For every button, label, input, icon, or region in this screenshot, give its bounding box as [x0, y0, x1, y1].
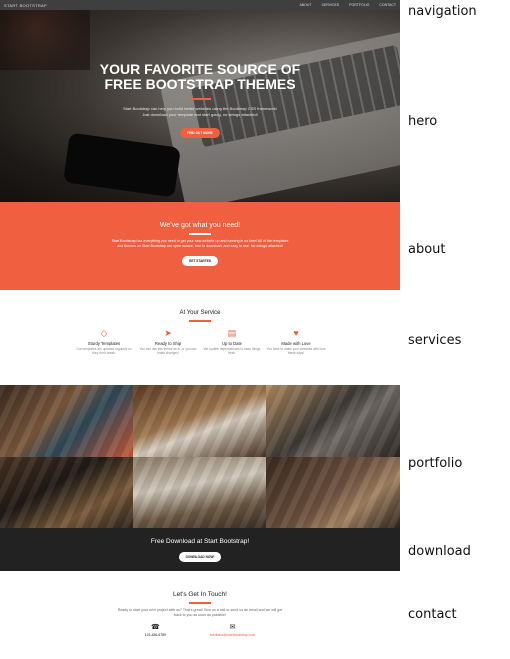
label-contact: contact	[408, 607, 457, 622]
service-ready-to-ship: ➤ Ready to Ship You can use this theme a…	[138, 328, 198, 356]
contact-divider	[189, 602, 211, 604]
portfolio-item-6[interactable]	[266, 457, 400, 528]
service-up-to-date: ▤ Up to Date We update dependencies to k…	[202, 328, 262, 356]
label-portfolio: portfolio	[408, 456, 463, 471]
nav-link-about[interactable]: ABOUT	[299, 3, 311, 7]
paper-plane-icon: ➤	[164, 327, 172, 338]
hero-title: YOUR FAVORITE SOURCE OF FREE BOOTSTRAP T…	[99, 61, 301, 92]
service-text: You have to make your websites with love…	[266, 346, 326, 355]
about-divider	[189, 233, 211, 235]
newspaper-icon: ▤	[227, 327, 237, 338]
portfolio-grid	[0, 385, 400, 528]
services-title: At Your Service	[179, 310, 221, 316]
service-sturdy-templates: ◇ Sturdy Templates Our templates are upd…	[74, 328, 134, 356]
hero-text: Start Bootstrap can help you build bette…	[123, 106, 277, 117]
portfolio-item-2[interactable]	[133, 385, 266, 457]
label-services: services	[408, 333, 462, 348]
contact-details: ☎ 123-456-6789 ✉ feedback@startbootstrap…	[0, 624, 400, 637]
hero-divider	[189, 98, 211, 100]
service-title: Up to Date	[221, 340, 243, 346]
service-title: Ready to Ship	[154, 340, 182, 346]
landing-page: START BOOTSTRAP ABOUT SERVICES PORTFOLIO…	[0, 0, 400, 659]
service-text: We update dependencies to keep things fr…	[203, 346, 261, 355]
portfolio-item-3[interactable]	[266, 385, 400, 457]
download-section: Free Download at Start Bootstrap! DOWNLO…	[0, 528, 400, 571]
about-title: We've got what you need!	[159, 222, 241, 229]
download-now-button[interactable]: DOWNLOAD NOW!	[178, 552, 222, 562]
service-made-with-love: ♥ Made with Love You have to make your w…	[266, 328, 326, 356]
about-text: Start Bootstrap has everything you need …	[111, 238, 289, 248]
diamond-icon: ◇	[100, 327, 108, 338]
contact-title: Let's Get In Touch!	[173, 591, 227, 598]
envelope-icon: ✉	[229, 623, 236, 631]
contact-email: ✉ feedback@startbootstrap.com	[210, 624, 255, 637]
label-about: about	[408, 242, 446, 257]
nav-link-services[interactable]: SERVICES	[322, 3, 340, 7]
section-annotations: navigation hero about services portfolio…	[400, 0, 510, 659]
heart-icon: ♥	[293, 327, 299, 338]
label-navigation: navigation	[408, 4, 477, 19]
portfolio-item-5[interactable]	[133, 457, 266, 528]
portfolio-item-4[interactable]	[0, 457, 133, 528]
services-list: ◇ Sturdy Templates Our templates are upd…	[0, 328, 400, 356]
label-download: download	[408, 544, 471, 559]
service-title: Sturdy Templates	[87, 340, 121, 346]
nav-link-contact[interactable]: CONTACT	[379, 3, 396, 7]
service-text: Our templates are updated regularly so t…	[76, 346, 132, 355]
contact-phone: ☎ 123-456-6789	[145, 624, 166, 637]
phone-icon: ☎	[150, 623, 160, 631]
brand-link[interactable]: START BOOTSTRAP	[4, 3, 47, 8]
hero-section: YOUR FAVORITE SOURCE OF FREE BOOTSTRAP T…	[0, 10, 400, 202]
email-link[interactable]: feedback@startbootstrap.com	[210, 633, 255, 637]
navbar: START BOOTSTRAP ABOUT SERVICES PORTFOLIO…	[0, 0, 400, 10]
phone-number: 123-456-6789	[144, 632, 166, 637]
label-hero: hero	[408, 114, 438, 129]
contact-section: Let's Get In Touch! Ready to start your …	[0, 571, 400, 659]
download-title: Free Download at Start Bootstrap!	[150, 538, 250, 545]
contact-text: Ready to start your next project with us…	[117, 607, 283, 617]
service-text: You can use this theme as is, or you can…	[139, 346, 197, 355]
find-out-more-button[interactable]: FIND OUT MORE	[180, 128, 220, 138]
services-section: At Your Service ◇ Sturdy Templates Our t…	[0, 290, 400, 385]
get-started-button[interactable]: GET STARTED	[181, 256, 219, 267]
nav-links: ABOUT SERVICES PORTFOLIO CONTACT	[299, 3, 396, 7]
hero-content: YOUR FAVORITE SOURCE OF FREE BOOTSTRAP T…	[0, 62, 400, 139]
services-divider	[189, 320, 211, 322]
service-title: Made with Love	[281, 340, 311, 346]
nav-link-portfolio[interactable]: PORTFOLIO	[349, 3, 369, 7]
about-section: We've got what you need! Start Bootstrap…	[0, 202, 400, 290]
portfolio-item-1[interactable]	[0, 385, 133, 457]
